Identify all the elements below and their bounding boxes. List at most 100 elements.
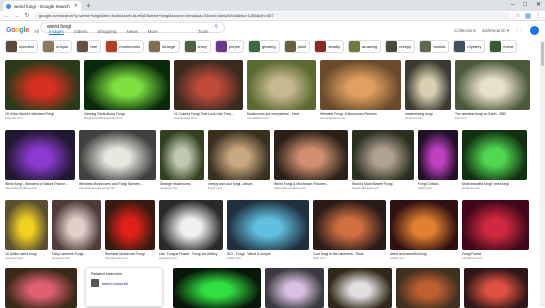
result-thumbnail[interactable] (328, 268, 392, 308)
image-result[interactable]: Cool fungi in the rainforest - Flickr fli… (313, 200, 386, 260)
google-logo[interactable]: Google (6, 27, 32, 34)
chip-glowing[interactable]: glowing (247, 40, 280, 53)
result-thumbnail[interactable] (84, 60, 170, 110)
result-thumbnail[interactable] (5, 130, 75, 180)
image-result[interactable]: creepy and cool fungi - album imgur.com (208, 130, 270, 190)
result-thumbnail[interactable] (227, 200, 309, 250)
image-result[interactable]: Weird Fungi & Mushroom Pictures... thewon… (274, 130, 348, 190)
result-thumbnail[interactable] (52, 200, 101, 250)
star-icon[interactable]: ☆ (515, 12, 521, 19)
image-result[interactable]: Glowing Facts About Fungi blogs.scientifi… (84, 60, 170, 120)
image-result[interactable] (328, 268, 392, 308)
image-result[interactable]: 10 Unlike weird fungi pinterest.com (5, 200, 48, 260)
tab-videos[interactable]: Videos (74, 29, 88, 35)
forward-icon[interactable]: → (14, 13, 20, 19)
image-result[interactable]: Mushrooms are everywhere - Here mentalflo… (247, 60, 316, 120)
back-icon[interactable]: ← (4, 13, 10, 19)
image-result[interactable] (173, 268, 261, 308)
image-result[interactable]: Fungi Forest fungiforest.com (462, 200, 529, 260)
result-thumbnail[interactable] (79, 130, 156, 180)
tab-images[interactable]: Images (49, 29, 64, 35)
chip-mushrooms[interactable]: mushrooms (105, 40, 145, 53)
result-thumbnail[interactable] (173, 268, 261, 308)
close-tab-icon[interactable]: ✕ (74, 3, 78, 9)
image-result[interactable]: World's Most Bizarre Fungi bugsandbeasts.… (352, 130, 414, 190)
result-thumbnail[interactable] (462, 200, 529, 250)
image-result[interactable] (396, 268, 460, 308)
result-thumbnail[interactable] (265, 268, 324, 308)
tab-shopping[interactable]: Shopping (97, 29, 116, 35)
image-result[interactable]: Strange mushrooms pinterest.com (160, 130, 204, 190)
chip-unique[interactable]: unique (42, 40, 73, 53)
image-result[interactable]: Fungi Critical... reddit.com (418, 130, 458, 190)
result-thumbnail[interactable] (464, 268, 528, 308)
browser-tab[interactable]: weird fungi - Google Search ✕ (3, 1, 81, 11)
image-result[interactable]: weird and beautiful fungi reddit.com (390, 200, 458, 260)
tab-all[interactable]: All (34, 29, 39, 35)
chip-natural[interactable]: natural (419, 40, 450, 53)
tab-tools[interactable]: Tools (198, 29, 209, 35)
image-result[interactable]: Use: Fungus Flower - Fungi art Gallery pi… (159, 200, 223, 260)
url-input[interactable]: google.com/search?q=weird+fungi&tbm=isch… (34, 12, 511, 19)
chip-plant[interactable]: plant (283, 40, 311, 53)
result-thumbnail[interactable] (5, 60, 80, 110)
chip-shiny[interactable]: shiny (183, 40, 211, 53)
image-result[interactable]: Weirdest Fungi: 8 Mushroom Pictures amusi… (320, 60, 401, 120)
chip-deadly[interactable]: deadly (314, 40, 345, 53)
chip-wonders[interactable]: wonders (5, 40, 39, 53)
menu-icon[interactable]: ⋮ (535, 12, 541, 19)
image-result[interactable]: mesmerising fungi pinterest.com (405, 60, 451, 120)
result-thumbnail[interactable] (455, 60, 530, 110)
result-thumbnail[interactable] (274, 130, 348, 180)
result-thumbnail[interactable] (418, 130, 458, 180)
result-thumbnail[interactable] (352, 130, 414, 180)
related-link[interactable]: weird colourful (91, 279, 157, 287)
minimize-button[interactable]: – (511, 0, 514, 10)
image-result[interactable]: Fairy Lanterns Fungi... pinterest.com (52, 200, 101, 260)
image-result[interactable]: WO - Fungi - Weird & unique reddit.com (227, 200, 309, 260)
tab-more[interactable]: More (148, 29, 158, 35)
maximize-button[interactable]: □ (523, 0, 527, 10)
result-thumbnail[interactable] (247, 60, 316, 110)
result-thumbnail[interactable] (390, 200, 458, 250)
result-thumbnail[interactable] (5, 200, 48, 250)
chip-amazing[interactable]: amazing (348, 40, 382, 53)
collections-link[interactable]: Collections (454, 28, 476, 33)
image-result[interactable]: The weirdest fungi on Earth - BBC bbc.com (455, 60, 530, 120)
new-tab-button[interactable]: + (86, 1, 91, 10)
result-thumbnail[interactable] (105, 200, 155, 250)
reload-icon[interactable]: ↻ (24, 12, 30, 19)
result-thumbnail[interactable] (313, 200, 386, 250)
image-result[interactable]: Weird fungi - Wonders of Nature Picture.… (5, 130, 75, 190)
image-result[interactable]: 11 Colorful Fungi That Look Like They...… (174, 60, 243, 120)
image-result[interactable] (265, 268, 324, 308)
safesearch-toggle[interactable]: SafeSearch ▾ (482, 28, 509, 34)
result-thumbnail[interactable] (462, 130, 527, 180)
image-result[interactable]: Most beautiful fungi? best fungi pinteres… (462, 130, 527, 190)
chip-mystery[interactable]: mystery (453, 40, 486, 53)
profile-avatar[interactable] (525, 12, 531, 19)
result-thumbnail[interactable] (5, 268, 77, 308)
account-avatar[interactable] (530, 26, 539, 35)
apps-icon[interactable]: ⋮⋮ (515, 28, 524, 34)
result-thumbnail[interactable] (405, 60, 451, 110)
image-result[interactable] (5, 268, 77, 308)
chip-strange[interactable]: strange (148, 40, 180, 53)
search-icon[interactable]: ⚲ (214, 23, 218, 32)
tab-news[interactable]: News (127, 29, 138, 35)
result-thumbnail[interactable] (159, 200, 223, 250)
result-thumbnail[interactable] (208, 130, 270, 180)
chip-creepy[interactable]: creepy (385, 40, 416, 53)
result-thumbnail[interactable] (174, 60, 243, 110)
scrollbar[interactable] (540, 40, 545, 307)
result-thumbnail[interactable] (160, 130, 204, 180)
image-result[interactable]: 15 of the World's Weirdest Fungi listvers… (5, 60, 80, 120)
close-window-button[interactable]: ✕ (536, 0, 541, 10)
image-result[interactable]: Weirdest Mushroom Fungi boredpanda.com (105, 200, 155, 260)
chip-purple[interactable]: purple (214, 40, 244, 53)
result-thumbnail[interactable] (396, 268, 460, 308)
result-thumbnail[interactable] (320, 60, 401, 110)
scrollbar-thumb[interactable] (541, 42, 544, 66)
chip-forest[interactable]: forest (489, 40, 518, 53)
image-result[interactable]: Weirdest Mushrooms and Fungi Species ...… (79, 130, 156, 190)
